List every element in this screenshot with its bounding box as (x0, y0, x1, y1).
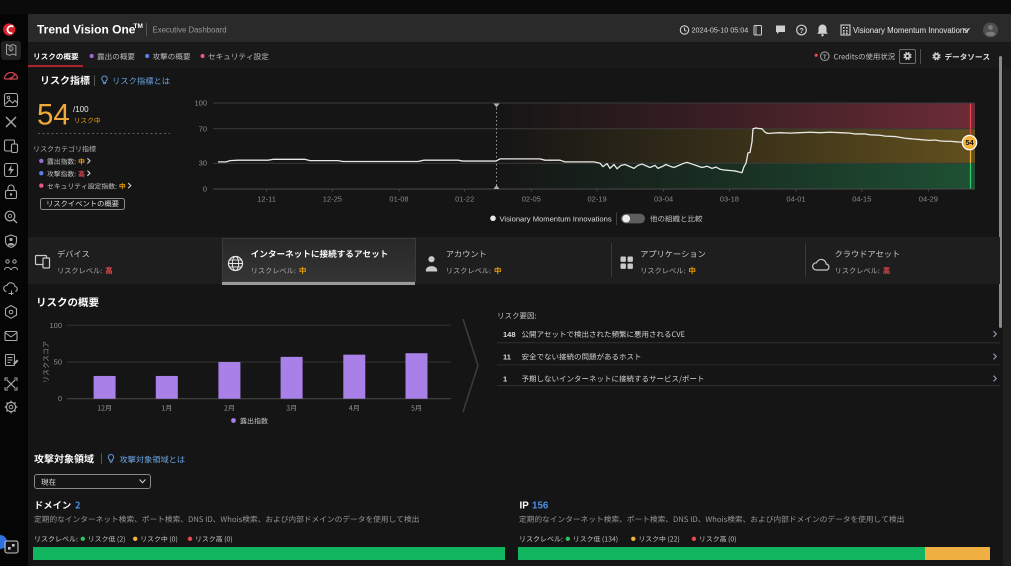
svg-text:156: 156 (532, 501, 549, 512)
svg-text:Executive Dashboard: Executive Dashboard (153, 25, 227, 34)
svg-text:30: 30 (199, 159, 207, 168)
svg-text:04-01: 04-01 (786, 195, 805, 204)
svg-text:TM: TM (134, 23, 143, 30)
svg-text:04-15: 04-15 (852, 195, 871, 204)
svg-text:54: 54 (965, 138, 974, 147)
svg-text:148: 148 (503, 330, 516, 339)
svg-text:70: 70 (199, 124, 207, 133)
svg-text:54: 54 (37, 99, 70, 132)
svg-text:100: 100 (49, 321, 62, 330)
svg-text:01-08: 01-08 (389, 195, 408, 204)
svg-text:04-29: 04-29 (919, 195, 938, 204)
svg-text:Trend Vision One: Trend Vision One (37, 23, 136, 37)
svg-text:1: 1 (503, 375, 507, 384)
svg-text:T: T (823, 54, 827, 61)
svg-text:Visionary Momentum Innovations: Visionary Momentum Innovations (500, 214, 612, 223)
svg-text:11: 11 (503, 353, 511, 362)
svg-text:Visionary Momentum Innovations: Visionary Momentum Innovations (853, 26, 968, 35)
svg-text:02-19: 02-19 (588, 195, 607, 204)
svg-text:?: ? (799, 26, 804, 35)
svg-text:2024-05-10 05:04: 2024-05-10 05:04 (692, 26, 749, 35)
svg-text:12-11: 12-11 (257, 195, 276, 204)
svg-text:/100: /100 (73, 105, 89, 114)
svg-text:100: 100 (194, 99, 207, 108)
svg-text:02-05: 02-05 (522, 195, 541, 204)
svg-text:IP: IP (520, 501, 530, 512)
svg-text:01-22: 01-22 (455, 195, 474, 204)
svg-text:03-18: 03-18 (720, 195, 739, 204)
svg-text:0: 0 (203, 185, 207, 194)
svg-text:12-25: 12-25 (323, 195, 342, 204)
svg-text:0: 0 (58, 394, 62, 403)
svg-text:03-04: 03-04 (654, 195, 673, 204)
svg-text:50: 50 (54, 358, 62, 367)
